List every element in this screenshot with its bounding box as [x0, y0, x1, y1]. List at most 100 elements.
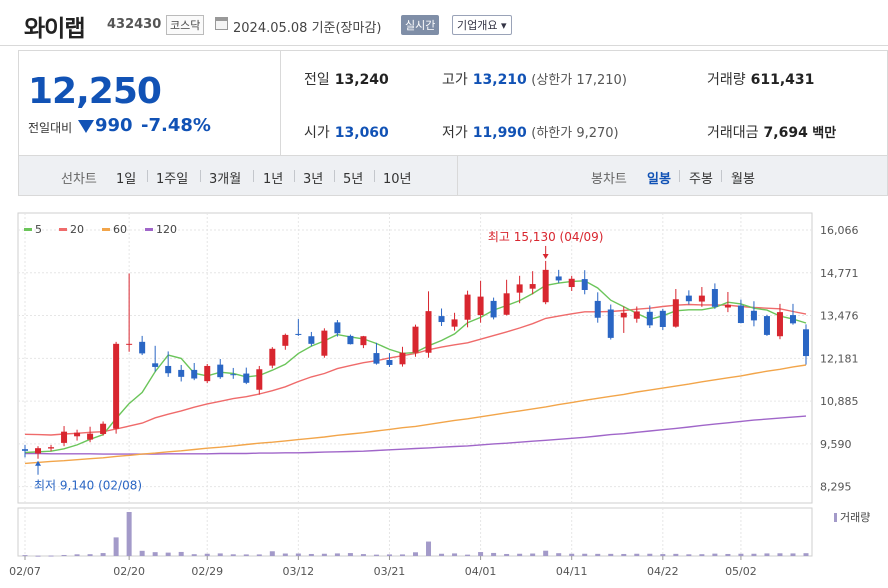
volume-bar: [373, 554, 379, 556]
candle-body: [334, 322, 341, 334]
reference-date: 2024.05.08 기준(장마감): [233, 21, 382, 36]
period-1d[interactable]: 1일: [116, 168, 136, 187]
candle-body: [230, 374, 237, 376]
volume-bar: [165, 552, 171, 556]
volume-bar: [321, 553, 327, 556]
volume-bar: [204, 553, 210, 556]
volume-panel-border: [17, 507, 813, 557]
volume-bar: [569, 553, 575, 556]
period-toolbar: 선차트 1일 1주일 3개월 1년 3년 5년 10년 봉차트 일봉 주봉 월봉: [18, 156, 888, 196]
company-overview-dropdown[interactable]: 기업개요 ▾: [452, 15, 512, 35]
candle-body: [516, 284, 523, 293]
prev-close-value: 13,240: [334, 72, 389, 88]
candle-body: [542, 269, 549, 303]
candle-body: [724, 304, 731, 308]
volume-bar: [725, 553, 731, 556]
volume-bar: [452, 553, 458, 556]
period-1w[interactable]: 1주일: [156, 168, 188, 187]
calendar-icon: [215, 17, 228, 30]
volume-bar: [712, 553, 718, 556]
lower-limit: (하한가 9,270): [531, 126, 619, 141]
legend-swatch: [102, 228, 110, 231]
candle-body: [243, 373, 250, 383]
candle-body: [412, 326, 419, 353]
period-3y[interactable]: 3년: [303, 168, 323, 187]
volume-bar: [100, 553, 106, 556]
volume-bar: [491, 552, 497, 556]
volume-bar: [530, 553, 536, 556]
amount-stat: 거래대금 7,694 백만: [707, 122, 836, 142]
candle-body: [464, 294, 471, 320]
x-tick-label: 02/29: [191, 565, 223, 578]
volume-bar: [230, 554, 236, 556]
candle-body: [152, 363, 159, 367]
separator: [374, 170, 375, 182]
candle-body: [503, 293, 510, 315]
change-value: 990: [95, 115, 133, 136]
volume-bar: [647, 553, 653, 556]
amount-label: 거래대금: [707, 125, 759, 141]
candle-body: [217, 364, 224, 378]
volume-bar: [621, 553, 627, 556]
ma120-line: [25, 415, 807, 455]
amount-unit: 백만: [812, 126, 837, 141]
candle-body: [139, 341, 146, 354]
candle-daily[interactable]: 일봉: [647, 168, 671, 187]
volume-bar: [790, 553, 796, 556]
separator: [721, 170, 722, 182]
candle-body: [659, 310, 666, 327]
candle-body: [555, 276, 562, 281]
x-tick-label: 03/21: [374, 565, 406, 578]
volume-bar: [517, 553, 523, 556]
change-rate: -7.48%: [141, 115, 211, 136]
candle-body: [789, 315, 796, 324]
y-tick-label: 9,590: [820, 438, 852, 451]
candle-body: [61, 431, 68, 443]
volume-stat: 거래량 611,431: [707, 69, 814, 89]
realtime-button[interactable]: 실시간: [401, 15, 440, 35]
legend-label: 20: [70, 223, 84, 236]
x-tick-label: 03/12: [282, 565, 314, 578]
period-1y[interactable]: 1년: [263, 168, 283, 187]
period-10y[interactable]: 10년: [383, 168, 412, 187]
period-3m[interactable]: 3개월: [209, 168, 241, 187]
volume-bar: [48, 555, 54, 557]
volume-bar: [282, 553, 288, 556]
candle-chart-label: 봉차트: [591, 172, 627, 187]
down-arrow-icon: [78, 120, 94, 133]
candle-body: [737, 305, 744, 324]
candle-body: [685, 295, 692, 302]
volume-bar: [686, 554, 692, 556]
separator: [294, 170, 295, 182]
volume-bar: [360, 554, 366, 556]
volume-bar: [556, 553, 562, 556]
candle-body: [529, 284, 536, 289]
stock-chart[interactable]: 16,066 14,771 13,476 12,181 10,885 9,590 8,295…: [0, 196, 888, 588]
x-tick-label: 04/11: [556, 565, 588, 578]
volume-legend-swatch: [834, 513, 837, 522]
candle-body: [178, 369, 185, 377]
x-tick-label: 04/22: [647, 565, 679, 578]
volume-bar: [426, 541, 432, 556]
candle-weekly[interactable]: 주봉: [689, 168, 713, 187]
candle-body: [386, 360, 393, 365]
candle-body: [490, 300, 497, 318]
volume-bar: [152, 552, 158, 556]
candle-body: [295, 333, 302, 335]
high-annotation: 최고 15,130 (04/09): [488, 230, 604, 244]
candle-body: [750, 310, 757, 321]
period-5y[interactable]: 5년: [343, 168, 363, 187]
volume-bar: [699, 554, 705, 556]
volume-bar: [478, 552, 484, 556]
candle-body: [477, 296, 484, 316]
stock-code: 432430: [107, 17, 162, 32]
candle-body: [607, 309, 614, 338]
stock-header: 와이랩 432430 코스닥 2024.05.08 기준(장마감) 실시간 기업…: [0, 0, 888, 46]
candle-body: [100, 423, 107, 434]
candle-body: [165, 365, 172, 374]
candle-body: [282, 334, 289, 346]
low-value: 11,990: [472, 125, 527, 141]
volume-bar: [399, 554, 405, 556]
candle-body: [48, 447, 55, 449]
candle-monthly[interactable]: 월봉: [731, 168, 755, 187]
